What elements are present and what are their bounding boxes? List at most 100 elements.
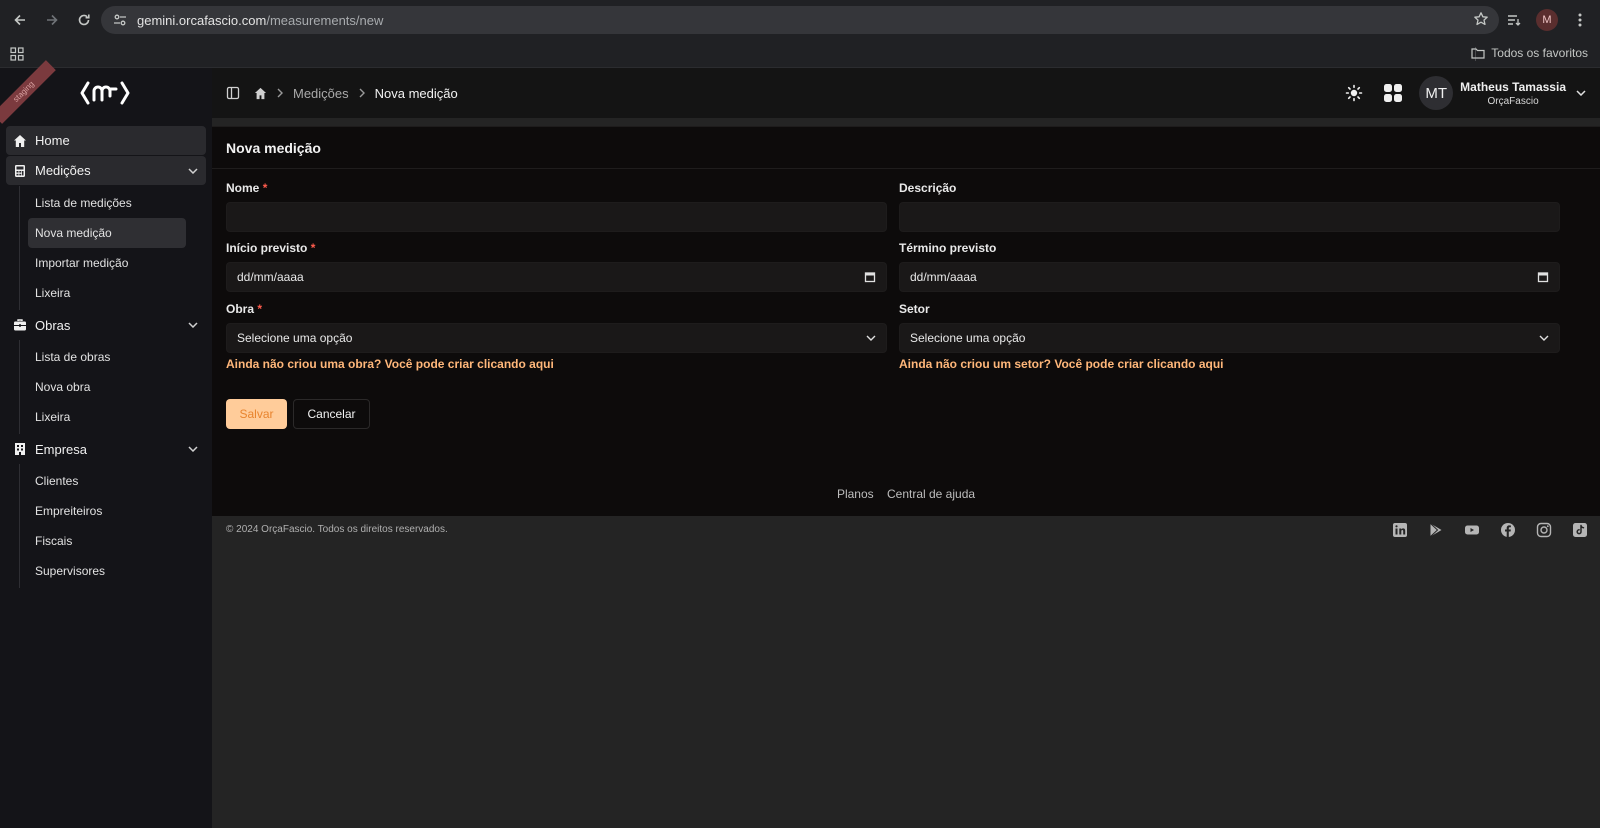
create-obra-link[interactable]: Ainda não criou uma obra? Você pode cria…	[226, 357, 554, 371]
termino-date-input[interactable]: dd/mm/aaaa	[899, 262, 1560, 292]
sidebar-item-nova-obra[interactable]: Nova obra	[28, 372, 186, 402]
breadcrumb-current: Nova medição	[374, 85, 458, 101]
descricao-input[interactable]	[899, 202, 1560, 232]
create-setor-link[interactable]: Ainda não criou um setor? Você pode cria…	[899, 357, 1224, 371]
youtube-icon[interactable]	[1464, 522, 1480, 538]
apps-grid-icon[interactable]	[1383, 83, 1403, 103]
address-bar[interactable]: gemini.orcafascio.com/measurements/new	[101, 6, 1499, 34]
calculator-icon	[15, 164, 25, 177]
forward-button[interactable]	[38, 6, 66, 34]
briefcase-icon	[14, 319, 26, 331]
chevron-down-icon	[188, 167, 198, 174]
kebab-menu-icon[interactable]	[1566, 6, 1594, 34]
sidebar-submenu-medicoes: Lista de medições Nova medição Importar …	[19, 186, 212, 310]
all-bookmarks-button[interactable]: Todos os favoritos	[1471, 46, 1588, 60]
sidebar-item-fiscais[interactable]: Fiscais	[28, 526, 186, 556]
chevron-down-icon	[1539, 335, 1549, 341]
nome-field-group: Nome *	[226, 181, 887, 232]
app-logo[interactable]	[80, 80, 130, 106]
url-path: /measurements/new	[266, 12, 384, 28]
inicio-date-input[interactable]: dd/mm/aaaa	[226, 262, 887, 292]
instagram-icon[interactable]	[1536, 522, 1552, 538]
calendar-icon[interactable]	[1537, 271, 1549, 283]
nome-label: Nome *	[226, 181, 887, 197]
play-store-icon[interactable]	[1428, 522, 1444, 538]
calendar-icon[interactable]	[864, 271, 876, 283]
descricao-field-group: Descrição	[899, 181, 1560, 232]
sidebar-item-lixeira-obras[interactable]: Lixeira	[28, 402, 186, 432]
copyright-text: © 2024 OrçaFascio. Todos os direitos res…	[226, 524, 448, 535]
obra-label: Obra *	[226, 302, 887, 318]
facebook-icon[interactable]	[1500, 522, 1516, 538]
site-info-icon[interactable]	[105, 6, 135, 34]
inicio-date-value: dd/mm/aaaa	[237, 270, 304, 284]
nome-input[interactable]	[226, 202, 887, 232]
sidebar-item-lista-obras[interactable]: Lista de obras	[28, 342, 186, 372]
chevron-down-icon	[188, 322, 198, 328]
required-mark: *	[310, 241, 316, 255]
footer-links: Planos Central de ajuda	[212, 487, 1600, 501]
home-icon[interactable]	[254, 87, 267, 100]
termino-date-value: dd/mm/aaaa	[910, 270, 977, 284]
apps-grid-icon[interactable]	[10, 46, 24, 61]
obra-label-text: Obra	[226, 302, 255, 316]
theme-toggle-sun-icon[interactable]	[1345, 84, 1363, 102]
setor-select[interactable]: Selecione uma opção	[899, 323, 1560, 353]
sidebar-group-empresa[interactable]: Empresa	[6, 434, 206, 464]
obra-select-value: Selecione uma opção	[237, 331, 353, 345]
reading-list-icon[interactable]	[1500, 6, 1528, 34]
sidebar-submenu-obras: Lista de obras Nova obra Lixeira	[19, 340, 212, 434]
sidebar-item-lixeira-medicoes[interactable]: Lixeira	[28, 278, 186, 308]
inicio-field-group: Início previsto * dd/mm/aaaa	[226, 241, 887, 292]
url-host: gemini.orcafascio.com	[137, 12, 267, 28]
arrow-right-icon	[47, 14, 58, 26]
breadcrumb-separator-icon	[277, 88, 283, 98]
user-name: Matheus Tamassia	[1460, 79, 1566, 94]
user-menu-chevron-down-icon[interactable]	[1576, 90, 1586, 96]
user-company: OrçaFascio	[1487, 95, 1539, 107]
back-button[interactable]	[6, 6, 34, 34]
sidebar-group-label: Empresa	[35, 441, 88, 457]
tiktok-icon[interactable]	[1572, 522, 1588, 538]
sidebar-submenu-empresa: Clientes Empreiteiros Fiscais Supervisor…	[19, 464, 212, 588]
sidebar-item-clientes[interactable]: Clientes	[28, 466, 186, 496]
cancel-button[interactable]: Cancelar	[293, 399, 370, 429]
chevron-down-icon	[866, 335, 876, 341]
footer-link-central-ajuda[interactable]: Central de ajuda	[887, 487, 975, 501]
staging-ribbon: staging	[0, 60, 56, 124]
required-mark: *	[257, 302, 263, 316]
breadcrumb: Medições Nova medição	[212, 86, 458, 101]
sidebar-item-home[interactable]: Home	[6, 126, 206, 155]
linkedin-icon[interactable]	[1392, 522, 1408, 538]
avatar[interactable]: MT	[1419, 76, 1454, 110]
termino-label: Término previsto	[899, 241, 997, 255]
user-info[interactable]: Matheus Tamassia OrçaFascio	[1460, 80, 1566, 107]
termino-field-group: Término previsto dd/mm/aaaa	[899, 241, 1560, 292]
breadcrumb-separator-icon	[359, 88, 365, 98]
save-button[interactable]: Salvar	[226, 399, 287, 429]
sidebar-group-obras[interactable]: Obras	[6, 310, 206, 340]
sidebar-item-importar-medicao[interactable]: Importar medição	[28, 248, 186, 278]
bookmark-star-icon[interactable]	[1473, 11, 1489, 27]
footer-link-planos[interactable]: Planos	[837, 487, 874, 501]
home-icon	[14, 134, 26, 147]
sidebar-group-label: Medições	[35, 163, 91, 178]
sidebar-item-supervisores[interactable]: Supervisores	[28, 556, 186, 586]
sidebar-toggle-icon[interactable]	[226, 86, 240, 100]
profile-avatar[interactable]: M	[1536, 9, 1558, 31]
sidebar-item-lista-medicoes[interactable]: Lista de medições	[28, 188, 186, 218]
setor-label: Setor	[899, 302, 930, 316]
obra-field-group: Obra * Selecione uma opção	[226, 302, 887, 353]
sidebar-item-empreiteiros[interactable]: Empreiteiros	[28, 496, 186, 526]
sidebar-item-nova-medicao[interactable]: Nova medição	[28, 218, 186, 248]
nome-label-text: Nome	[226, 181, 260, 195]
new-measurement-card: Nova medição Nome * Descrição Início pre…	[212, 126, 1600, 516]
sidebar-group-medicoes[interactable]: Medições	[6, 156, 206, 185]
breadcrumb-medicoes[interactable]: Medições	[293, 86, 349, 101]
reload-button[interactable]	[70, 6, 98, 34]
all-bookmarks-label: Todos os favoritos	[1491, 46, 1588, 60]
sidebar-group-label: Obras	[35, 317, 71, 333]
sidebar-home-label: Home	[35, 133, 70, 148]
building-icon	[15, 443, 25, 455]
obra-select[interactable]: Selecione uma opção	[226, 323, 887, 353]
